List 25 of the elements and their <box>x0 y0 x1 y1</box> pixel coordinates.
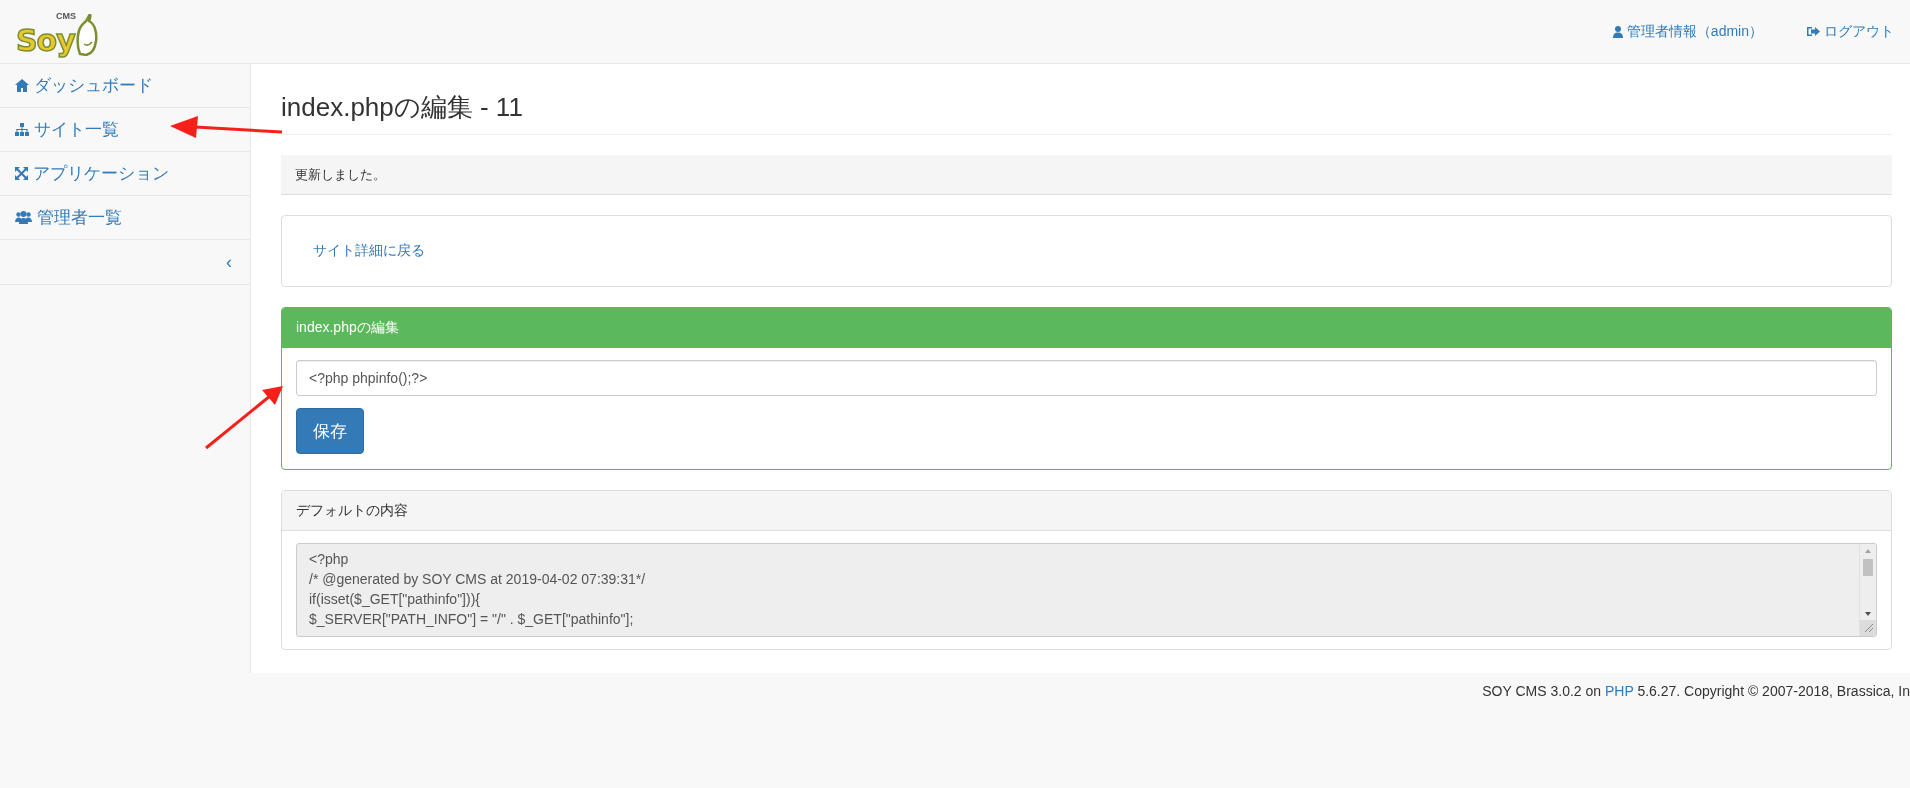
users-icon <box>15 211 32 224</box>
admin-info-link[interactable]: 管理者情報（admin） <box>1612 22 1763 41</box>
success-alert: 更新しました。 <box>281 155 1892 195</box>
php-link[interactable]: PHP <box>1604 683 1634 699</box>
footer-text: SOY CMS 3.0.2 on PHP 5.6.27. Copyright © 2007-2018, Brassica, In <box>1482 683 1910 699</box>
sign-out-icon <box>1807 26 1820 37</box>
user-icon <box>1612 25 1623 38</box>
sidebar-item[interactable]: 管理者一覧 <box>0 196 250 240</box>
logo-superscript: CMS <box>56 10 76 21</box>
collapse-sidebar-button[interactable]: ‹ <box>226 251 232 273</box>
save-button[interactable]: 保存 <box>296 408 364 454</box>
page-title: index.phpの編集 - 11 <box>281 84 1892 135</box>
scrollbar[interactable] <box>1859 544 1876 636</box>
back-link[interactable]: サイト詳細に戻る <box>313 242 425 260</box>
logo-mark-icon <box>75 13 98 56</box>
sidebar-item[interactable]: ダッシュボード <box>0 64 250 108</box>
expand-arrows-icon <box>15 167 28 180</box>
sidebar-item[interactable]: アプリケーション <box>0 152 250 196</box>
panel-title: デフォルトの内容 <box>296 502 408 518</box>
logout-link[interactable]: ログアウト <box>1807 22 1894 41</box>
default-code-field[interactable]: <?php /* @generated by SOY CMS at 2019-04-02 07:39:31*/ if(isset($_GET["pathinfo"])){ $_SERVER["PATH_INFO"] = "/" . $_GET["pathinfo"]; <box>296 543 1877 637</box>
home-icon <box>15 79 29 92</box>
sitemap-icon <box>15 123 29 136</box>
code-input-field[interactable]: <?php phpinfo();?> <box>296 360 1877 396</box>
panel-title: index.phpの編集 <box>296 319 399 335</box>
